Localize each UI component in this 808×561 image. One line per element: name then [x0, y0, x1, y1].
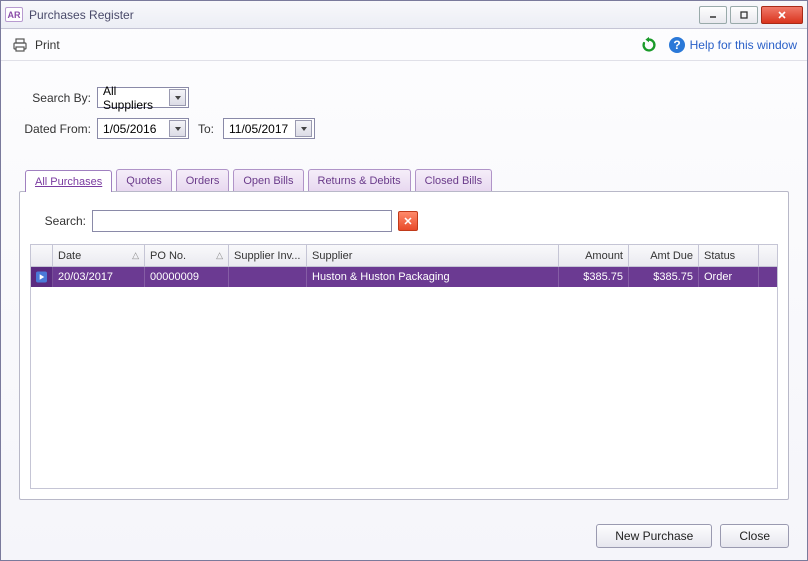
print-button[interactable]: Print: [11, 36, 60, 54]
dated-from-value: 1/05/2016: [103, 122, 156, 136]
dated-from-label: Dated From:: [19, 122, 91, 136]
grid-col-po-no[interactable]: PO No.△: [145, 245, 229, 266]
clear-search-button[interactable]: ✕: [398, 211, 418, 231]
sort-asc-icon: △: [132, 250, 139, 261]
minimize-button[interactable]: [699, 6, 727, 24]
tab-open-bills[interactable]: Open Bills: [233, 169, 303, 191]
grid-col-supplier-inv[interactable]: Supplier Inv...: [229, 245, 307, 266]
help-label: Help for this window: [690, 38, 797, 52]
chevron-down-icon: [169, 89, 186, 106]
chevron-down-icon: [169, 120, 186, 137]
row-date: 20/03/2017: [53, 267, 145, 287]
new-purchase-button[interactable]: New Purchase: [596, 524, 712, 548]
grid-col-amt-due[interactable]: Amt Due: [629, 245, 699, 266]
grid-col-amount[interactable]: Amount: [559, 245, 629, 266]
purchases-grid: Date△ PO No.△ Supplier Inv... Supplier A…: [30, 244, 778, 489]
tab-all-purchases[interactable]: All Purchases: [25, 170, 112, 192]
close-icon: ✕: [403, 215, 412, 228]
grid-col-date[interactable]: Date△: [53, 245, 145, 266]
grid-header: Date△ PO No.△ Supplier Inv... Supplier A…: [31, 245, 777, 267]
footer: New Purchase Close: [1, 512, 807, 560]
search-by-label: Search By:: [19, 91, 91, 105]
row-end: [759, 267, 777, 287]
dated-to-value: 11/05/2017: [229, 122, 288, 136]
tabs: All Purchases Quotes Orders Open Bills R…: [19, 169, 789, 191]
sort-asc-icon: △: [216, 250, 223, 261]
search-by-row: Search By: All Suppliers: [19, 87, 789, 108]
tab-orders[interactable]: Orders: [176, 169, 230, 191]
dated-from-input[interactable]: 1/05/2016: [97, 118, 189, 139]
svg-text:?: ?: [673, 38, 680, 52]
row-status: Order: [699, 267, 759, 287]
search-input[interactable]: [92, 210, 392, 232]
content-area: Search By: All Suppliers Dated From: 1/0…: [1, 61, 807, 512]
dated-to-input[interactable]: 11/05/2017: [223, 118, 315, 139]
close-button[interactable]: [761, 6, 803, 24]
purchases-register-window: AR Purchases Register Print ?: [0, 0, 808, 561]
help-button[interactable]: ? Help for this window: [668, 36, 797, 54]
search-by-combo[interactable]: All Suppliers: [97, 87, 189, 108]
row-supplier: Huston & Huston Packaging: [307, 267, 559, 287]
print-icon: [11, 36, 29, 54]
search-by-value: All Suppliers: [103, 84, 169, 112]
row-open-icon[interactable]: [31, 267, 53, 287]
date-range-row: Dated From: 1/05/2016 To: 11/05/2017: [19, 118, 789, 139]
refresh-icon: [640, 36, 658, 54]
grid-col-end: [759, 245, 777, 266]
toolbar: Print ? Help for this window: [1, 29, 807, 61]
tab-closed-bills[interactable]: Closed Bills: [415, 169, 492, 191]
tab-quotes[interactable]: Quotes: [116, 169, 171, 191]
titlebar: AR Purchases Register: [1, 1, 807, 29]
search-row: Search: ✕: [36, 210, 772, 232]
help-icon: ?: [668, 36, 686, 54]
print-label: Print: [35, 38, 60, 52]
maximize-button[interactable]: [730, 6, 758, 24]
app-badge-icon: AR: [5, 7, 23, 22]
results-panel: Search: ✕ Date△ PO No.△ Supplier Inv... …: [19, 191, 789, 500]
grid-col-supplier[interactable]: Supplier: [307, 245, 559, 266]
tab-returns-debits[interactable]: Returns & Debits: [308, 169, 411, 191]
grid-col-status[interactable]: Status: [699, 245, 759, 266]
window-title: Purchases Register: [29, 8, 134, 22]
chevron-down-icon: [295, 120, 312, 137]
refresh-button[interactable]: [640, 36, 658, 54]
table-row[interactable]: 20/03/2017 00000009 Huston & Huston Pack…: [31, 267, 777, 287]
row-amount: $385.75: [559, 267, 629, 287]
to-label: To:: [195, 122, 217, 136]
row-po-no: 00000009: [145, 267, 229, 287]
search-label: Search:: [36, 214, 86, 228]
row-supplier-inv: [229, 267, 307, 287]
close-page-button[interactable]: Close: [720, 524, 789, 548]
grid-col-actions[interactable]: [31, 245, 53, 266]
row-amt-due: $385.75: [629, 267, 699, 287]
